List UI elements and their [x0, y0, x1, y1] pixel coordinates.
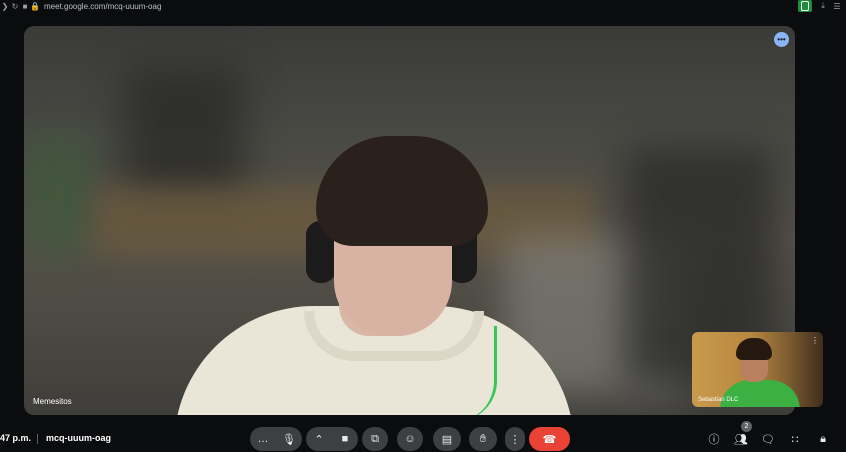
- captions-icon: ▤: [441, 433, 453, 446]
- mic-control: … 🎙︎: [250, 427, 302, 451]
- meeting-controls-bar: 47 p.m. mcq-uuum-oag … 🎙︎ ⌃ ■ ⧉ ☺ ▤ ✋︎ ⋮…: [0, 425, 846, 452]
- more-options-icon[interactable]: •••: [774, 32, 789, 47]
- chevron-up-icon[interactable]: ⌃: [306, 427, 332, 451]
- address-bar[interactable]: meet.google.com/mcq-uuum-oag: [44, 2, 161, 11]
- emoji-icon: ☺: [404, 433, 416, 445]
- self-participant-name: Sebastian DLC: [698, 397, 739, 403]
- vertical-dots-icon[interactable]: ⋮: [811, 336, 819, 345]
- lock-icon[interactable]: 🔒: [30, 1, 40, 11]
- video-indicator-icon[interactable]: ■: [20, 1, 30, 11]
- captions-button[interactable]: ▤: [433, 427, 461, 451]
- back-icon[interactable]: ❯: [0, 1, 10, 11]
- background-blur: [24, 136, 94, 256]
- menu-icon[interactable]: ☰: [832, 1, 842, 11]
- vertical-dots-icon: ⋮: [509, 433, 521, 446]
- end-call-icon: ☎: [542, 433, 557, 446]
- extension-icon[interactable]: [798, 0, 812, 12]
- raise-hand-button[interactable]: ✋︎: [469, 427, 497, 451]
- download-icon[interactable]: ⤓: [818, 1, 828, 11]
- apps-grid-icon[interactable]: ∷: [788, 432, 802, 446]
- divider: [37, 434, 38, 444]
- main-video-tile[interactable]: ••• Memesitos: [24, 26, 795, 415]
- meeting-code: mcq-uuum-oag: [46, 433, 111, 443]
- raise-hand-icon: ✋︎: [479, 432, 487, 445]
- info-icon[interactable]: ⓘ: [707, 432, 721, 446]
- self-view-tile[interactable]: ⋮ Sebastian DLC: [692, 332, 823, 407]
- more-options-button[interactable]: ⋮: [505, 427, 525, 451]
- present-button[interactable]: ⧉: [362, 427, 388, 451]
- meeting-time: 47 p.m.: [0, 433, 32, 443]
- chat-icon[interactable]: 🗨︎: [761, 432, 775, 446]
- microphone-icon[interactable]: 🎙︎: [276, 427, 302, 451]
- more-icon[interactable]: …: [250, 427, 276, 451]
- reactions-button[interactable]: ☺: [397, 427, 423, 451]
- present-screen-icon: ⧉: [371, 432, 379, 445]
- camera-control: ⌃ ■: [306, 427, 358, 451]
- people-icon[interactable]: 👥︎: [734, 432, 748, 446]
- browser-bar: ❯ ↻ ■ 🔒 meet.google.com/mcq-uuum-oag ⤓ ☰: [0, 0, 846, 12]
- lock-person-icon[interactable]: 🔒︎: [816, 432, 830, 446]
- people-count-badge: 2: [741, 421, 752, 432]
- end-call-button[interactable]: ☎: [529, 427, 570, 451]
- camera-icon[interactable]: ■: [332, 427, 358, 451]
- participant-name: Memesitos: [33, 397, 72, 406]
- reload-icon[interactable]: ↻: [10, 1, 20, 11]
